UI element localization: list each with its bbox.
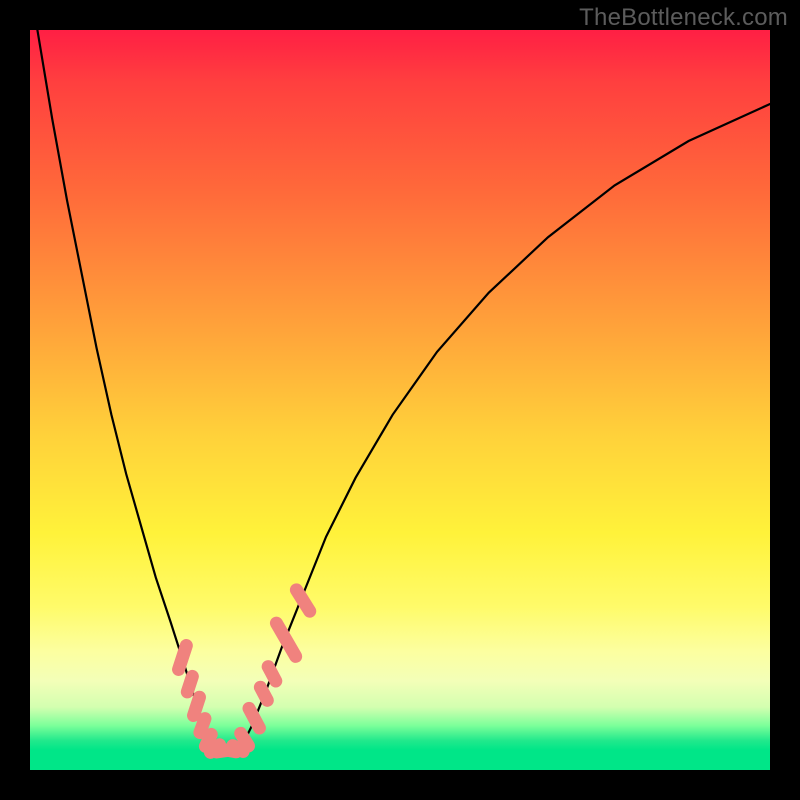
highlight-capsule	[179, 646, 187, 670]
bottleneck-curve	[37, 30, 770, 752]
highlight-capsule	[249, 708, 259, 728]
outer-frame: TheBottleneck.com	[0, 0, 800, 800]
highlight-capsule	[268, 667, 276, 681]
highlight-capsule	[241, 733, 249, 746]
watermark-text: TheBottleneck.com	[579, 4, 788, 32]
highlight-capsule	[260, 687, 267, 700]
highlight-markers	[179, 590, 310, 752]
curve-layer	[30, 30, 770, 770]
highlight-capsule	[187, 676, 192, 691]
bottleneck-curve-path	[37, 30, 770, 752]
highlight-capsule	[194, 697, 200, 715]
highlight-capsule	[200, 719, 205, 733]
